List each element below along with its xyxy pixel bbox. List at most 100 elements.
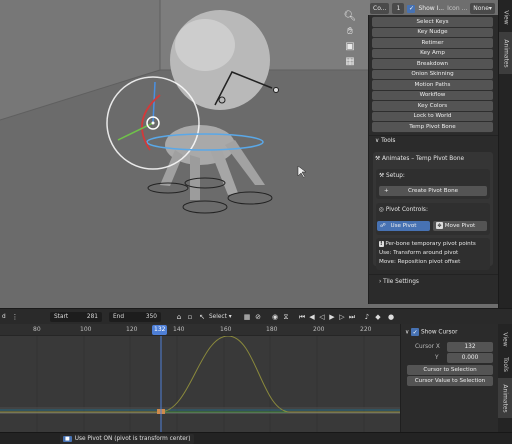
pivot-target-icon: ◎ (379, 207, 385, 213)
breakdown-button[interactable]: Breakdown (372, 59, 493, 69)
show-label: Show I... (418, 5, 445, 12)
temp-pivot-bone-button[interactable]: Temp Pivot Bone (372, 122, 493, 132)
prev-key-icon[interactable]: ◀︎ (307, 312, 317, 322)
icon-label: Icon ... (447, 5, 468, 12)
tab-tools[interactable]: Tools (498, 352, 512, 376)
editor-type-dropdown[interactable]: d (0, 312, 10, 322)
tab-animates[interactable]: Animates (498, 378, 512, 418)
key-amp-button[interactable]: Key Amp (372, 48, 493, 58)
play-reverse-icon[interactable]: ◁ (317, 312, 327, 322)
tile-settings-label: Tile Settings (383, 279, 419, 285)
status-message: ■ Use Pivot ON (pivot is transform cente… (60, 434, 194, 444)
cursor-x-label: Cursor X (415, 344, 440, 350)
workflow-button[interactable]: Workflow (372, 90, 493, 100)
record-icon[interactable]: ● (386, 312, 396, 322)
cursor-y-field[interactable]: 0.000 (447, 353, 493, 363)
grid-snap-icon[interactable]: ▦ (242, 312, 252, 322)
play-icon[interactable]: ▶︎ (327, 312, 337, 322)
select-dropdown[interactable]: Select ▾ (205, 312, 236, 322)
key-colors-button[interactable]: Key Colors (372, 101, 493, 111)
start-field[interactable]: Start 281 (50, 312, 102, 322)
graph-editor-area[interactable] (0, 336, 400, 432)
graph-canvas[interactable] (0, 336, 400, 432)
cursor-to-selection-button[interactable]: Cursor to Selection (407, 365, 493, 375)
move-pivot-button[interactable]: ✥ Move Pivot (433, 221, 487, 231)
info-icon: ! (379, 241, 384, 247)
onion-skinning-button[interactable]: Onion Skinning (372, 69, 493, 79)
none-dropdown[interactable]: None ▾ (470, 3, 495, 14)
show-checkbox[interactable]: ✓ (407, 4, 416, 13)
jump-end-icon[interactable]: ⏭︎ (347, 312, 357, 322)
mode-dropdown[interactable]: Co... (370, 3, 390, 14)
graph-tab-strip: View Tools Animates (498, 324, 512, 444)
options-icon[interactable]: ⋮ (10, 312, 20, 322)
jump-start-icon[interactable]: ⏮︎ (297, 312, 307, 322)
end-field[interactable]: End 350 (109, 312, 161, 322)
proportional-icon[interactable]: ⊘ (253, 312, 263, 322)
graph-view-panel: ∨ ✓ Show Cursor Cursor X 132 Y 0.000 Cur… (400, 324, 498, 432)
hand-pan-icon[interactable]: ✋︎ (343, 24, 357, 38)
setup-row: ⚒︎ Setup: (379, 173, 405, 179)
subpanel-title: Animates – Temp Pivot Bone (382, 156, 465, 162)
retimer-button[interactable]: Retimer (372, 38, 493, 48)
keyframe-icon[interactable]: ◆ (373, 312, 383, 322)
info-icon: ■ (63, 436, 72, 442)
lock-to-world-button[interactable]: Lock to World (372, 111, 493, 121)
status-bar: ■ Use Pivot ON (pivot is transform cente… (0, 432, 512, 444)
tile-settings-toggle[interactable]: › Tile Settings (379, 279, 419, 285)
wrench-icon: ⚒︎ (379, 173, 385, 179)
current-frame-indicator[interactable]: 132 (152, 325, 168, 335)
subpanel-title-row: ⚒︎ Animates – Temp Pivot Bone (375, 156, 464, 162)
plus-icon: + (384, 187, 389, 194)
use-pivot-button[interactable]: ☍︎ Use Pivot (377, 221, 430, 231)
frame-field[interactable]: 1 (392, 3, 405, 14)
3d-viewport[interactable]: 🔍︎ ✋︎ ▣ ▦ Co... 1 ✓ Show I... Icon ... N… (0, 0, 512, 308)
filter-icon[interactable]: ⧖ (281, 312, 291, 322)
info-line-3: Move: Reposition pivot offset (379, 259, 461, 265)
motion-paths-button[interactable]: Motion Paths (372, 80, 493, 90)
show-cursor-checkbox[interactable]: ✓ (411, 328, 420, 336)
chevron-down-icon: ∨ (375, 138, 380, 144)
camera-icon[interactable]: ▣ (343, 39, 357, 53)
show-cursor-label: Show Cursor (420, 329, 458, 336)
create-pivot-bone-button[interactable]: + Create Pivot Bone (379, 186, 487, 196)
tick-label: 80 (33, 326, 41, 333)
tab-view[interactable]: View (498, 328, 512, 350)
tick-label: 200 (313, 326, 325, 333)
pivot-controls-row: ◎ Pivot Controls: (379, 207, 428, 213)
info-line-1: ! Per-bone temporary pivot points (379, 241, 476, 247)
key-nudge-button[interactable]: Key Nudge (372, 27, 493, 37)
cursor-value-to-selection-button[interactable]: Cursor Value to Selection (407, 376, 493, 386)
eye-icon[interactable]: ◉ (270, 312, 280, 322)
tick-label: 140 (173, 326, 185, 333)
chevron-right-icon: › (379, 279, 382, 285)
zoom-icon[interactable]: 🔍︎ (343, 9, 357, 23)
use-pivot-label: Use Pivot (390, 222, 417, 229)
select-keys-button[interactable]: Select Keys (372, 17, 493, 27)
tab-animates[interactable]: Animates (499, 32, 512, 74)
move-pivot-label: Move Pivot (444, 222, 476, 229)
show-cursor-row: ∨ ✓ Show Cursor (405, 328, 457, 336)
tab-view[interactable]: View (499, 4, 512, 30)
info-line-2: Use: Transform around pivot (379, 250, 459, 256)
next-key-icon[interactable]: ▷ (337, 312, 347, 322)
pivot-controls-label: Pivot Controls: (385, 207, 428, 213)
divider (369, 135, 499, 136)
sidebar-tab-strip: View Animates (498, 0, 512, 308)
grid-icon[interactable]: ▦ (343, 54, 357, 68)
setup-label: Setup: (386, 173, 405, 179)
frame-selected-icon[interactable]: ▫ (185, 312, 195, 322)
tools-collapse-toggle[interactable]: ∨ Tools (375, 138, 395, 144)
timeline-header: d ⋮ Start 281 End 350 ⌂ ▫ ↖ Select ▾ ▦ ⊘… (0, 308, 512, 324)
chevron-down-icon: ∨ (405, 329, 410, 336)
link-icon: ☍︎ (380, 222, 386, 229)
cursor-y-label: Y (435, 355, 439, 361)
viewport-header: Co... 1 ✓ Show I... Icon ... None ▾ (370, 2, 498, 15)
move-icon: ✥ (436, 222, 443, 230)
home-icon[interactable]: ⌂ (174, 312, 184, 322)
cursor-x-field[interactable]: 132 (447, 342, 493, 352)
bone-tool-icon: ⚒︎ (375, 156, 381, 162)
speaker-icon[interactable]: ♪ (362, 312, 372, 322)
frame-ruler[interactable]: 80 100 120 140 160 180 200 220 132 (0, 324, 400, 336)
animates-side-panel: Select Keys Key Nudge Retimer Key Amp Br… (368, 15, 499, 304)
